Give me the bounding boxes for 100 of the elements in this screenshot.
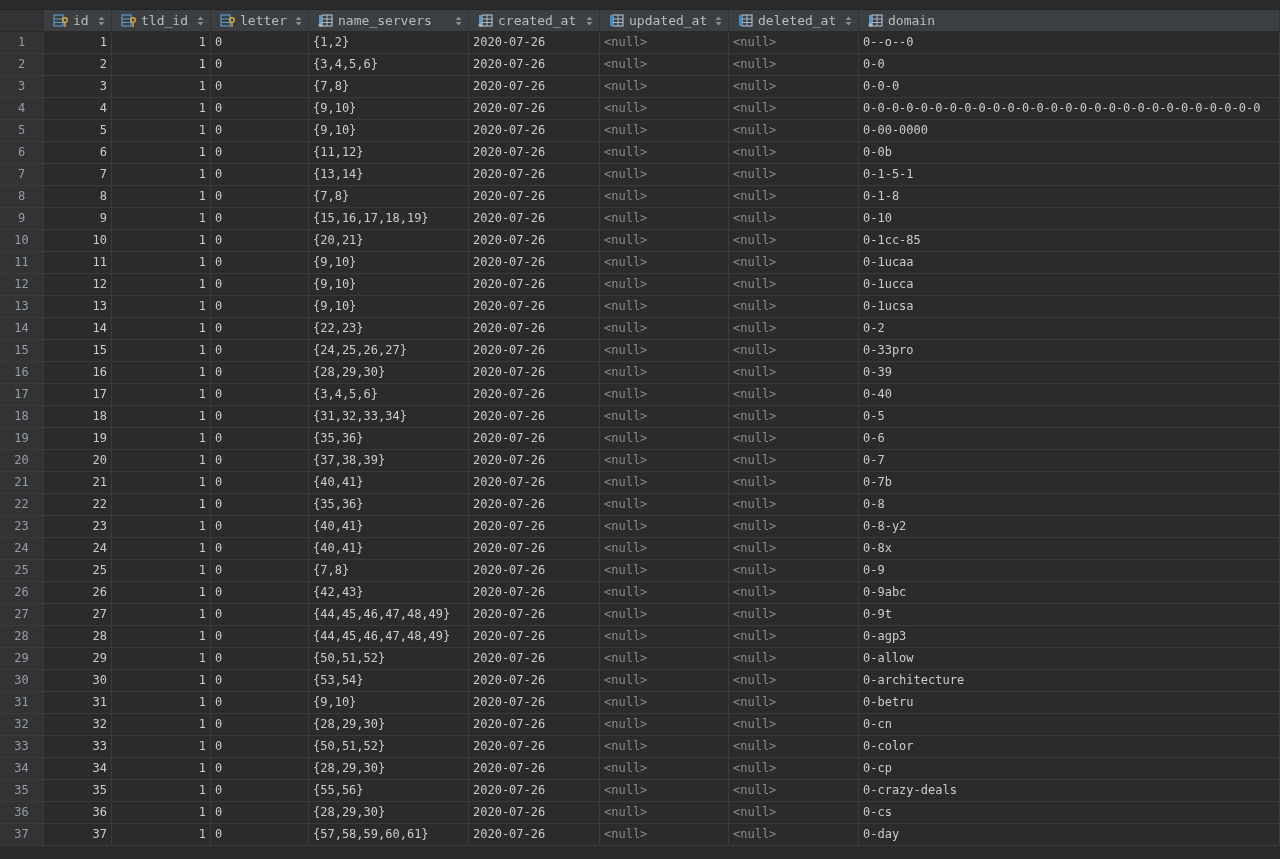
row-number: 30	[0, 670, 44, 692]
table-cell: 0	[211, 670, 309, 692]
sort-icon[interactable]	[197, 15, 204, 26]
sort-icon[interactable]	[586, 15, 593, 26]
sort-icon[interactable]	[455, 15, 462, 26]
table-cell: 1	[44, 32, 112, 54]
table-cell: {57,58,59,60,61}	[309, 824, 469, 846]
table-cell: <null>	[600, 494, 729, 516]
table-cell: 2020-07-26	[469, 142, 600, 164]
table-cell: <null>	[729, 186, 859, 208]
header-corner	[0, 10, 44, 32]
table-cell: {55,56}	[309, 780, 469, 802]
table-cell: 0	[211, 428, 309, 450]
column-header[interactable]: domain	[859, 10, 1280, 32]
sort-icon[interactable]	[98, 15, 105, 26]
table-cell: 0-1cc-85	[859, 230, 1280, 252]
table-cell: 2020-07-26	[469, 384, 600, 406]
table-cell: 0	[211, 626, 309, 648]
key-column-icon	[53, 13, 69, 28]
table-cell: 0-9t	[859, 604, 1280, 626]
row-number: 4	[0, 98, 44, 120]
table-cell: 0-allow	[859, 648, 1280, 670]
table-cell: 1	[112, 406, 211, 428]
table-cell: <null>	[729, 406, 859, 428]
column-header[interactable]: deleted_at	[729, 10, 859, 32]
column-header[interactable]: name_servers	[309, 10, 469, 32]
row-number: 19	[0, 428, 44, 450]
table-cell: 0-0-0	[859, 76, 1280, 98]
column-header[interactable]: created_at	[469, 10, 600, 32]
table-cell: 2020-07-26	[469, 340, 600, 362]
table-cell: 35	[44, 780, 112, 802]
column-header[interactable]: letter	[211, 10, 309, 32]
table-cell: 2020-07-26	[469, 318, 600, 340]
table-cell: 5	[44, 120, 112, 142]
row-number: 28	[0, 626, 44, 648]
table-cell: 0-1ucsa	[859, 296, 1280, 318]
table-cell: <null>	[729, 494, 859, 516]
table-cell: 0-0b	[859, 142, 1280, 164]
row-number: 14	[0, 318, 44, 340]
table-cell: 0-7b	[859, 472, 1280, 494]
table-cell: 0	[211, 406, 309, 428]
table-cell: 24	[44, 538, 112, 560]
table-cell: 0	[211, 538, 309, 560]
table-cell: <null>	[600, 76, 729, 98]
column-name: letter	[240, 13, 288, 28]
table-cell: 29	[44, 648, 112, 670]
table-cell: 1	[112, 736, 211, 758]
row-number: 7	[0, 164, 44, 186]
table-cell: {15,16,17,18,19}	[309, 208, 469, 230]
table-cell: <null>	[600, 406, 729, 428]
table-cell: 2020-07-26	[469, 824, 600, 846]
table-cell: 1	[112, 692, 211, 714]
table-cell: 2020-07-26	[469, 428, 600, 450]
sort-icon[interactable]	[845, 15, 852, 26]
column-icon	[609, 13, 625, 28]
table-cell: 16	[44, 362, 112, 384]
table-cell: 0-cn	[859, 714, 1280, 736]
table-cell: 17	[44, 384, 112, 406]
column-header[interactable]: updated_at	[600, 10, 729, 32]
table-cell: 1	[112, 758, 211, 780]
table-cell: <null>	[600, 384, 729, 406]
table-cell: 0-1-5-1	[859, 164, 1280, 186]
table-cell: 36	[44, 802, 112, 824]
column-header[interactable]: tld_id	[112, 10, 211, 32]
table-cell: 2020-07-26	[469, 450, 600, 472]
table-cell: <null>	[600, 428, 729, 450]
sort-icon[interactable]	[715, 15, 722, 26]
column-header[interactable]: id	[44, 10, 112, 32]
key-column-icon	[121, 13, 137, 28]
row-number: 31	[0, 692, 44, 714]
table-cell: <null>	[600, 648, 729, 670]
table-cell: 0-39	[859, 362, 1280, 384]
table-cell: 0	[211, 824, 309, 846]
table-cell: 15	[44, 340, 112, 362]
table-cell: 0	[211, 560, 309, 582]
table-cell: 0	[211, 714, 309, 736]
sort-icon[interactable]	[295, 15, 302, 26]
table-cell: 2020-07-26	[469, 186, 600, 208]
table-cell: {28,29,30}	[309, 362, 469, 384]
table-cell: 0-33pro	[859, 340, 1280, 362]
table-cell: <null>	[729, 362, 859, 384]
table-cell: {9,10}	[309, 274, 469, 296]
table-cell: <null>	[600, 142, 729, 164]
table-cell: 1	[112, 604, 211, 626]
table-cell: {9,10}	[309, 252, 469, 274]
table-cell: {7,8}	[309, 560, 469, 582]
row-number: 3	[0, 76, 44, 98]
table-cell: 0	[211, 252, 309, 274]
table-cell: <null>	[729, 824, 859, 846]
table-cell: <null>	[600, 560, 729, 582]
table-cell: <null>	[729, 450, 859, 472]
table-cell: {28,29,30}	[309, 802, 469, 824]
row-number: 17	[0, 384, 44, 406]
table-cell: <null>	[600, 824, 729, 846]
table-cell: 1	[112, 494, 211, 516]
table-cell: 1	[112, 384, 211, 406]
table-cell: 0-6	[859, 428, 1280, 450]
table-cell: <null>	[729, 626, 859, 648]
table-cell: <null>	[729, 780, 859, 802]
table-cell: 1	[112, 186, 211, 208]
